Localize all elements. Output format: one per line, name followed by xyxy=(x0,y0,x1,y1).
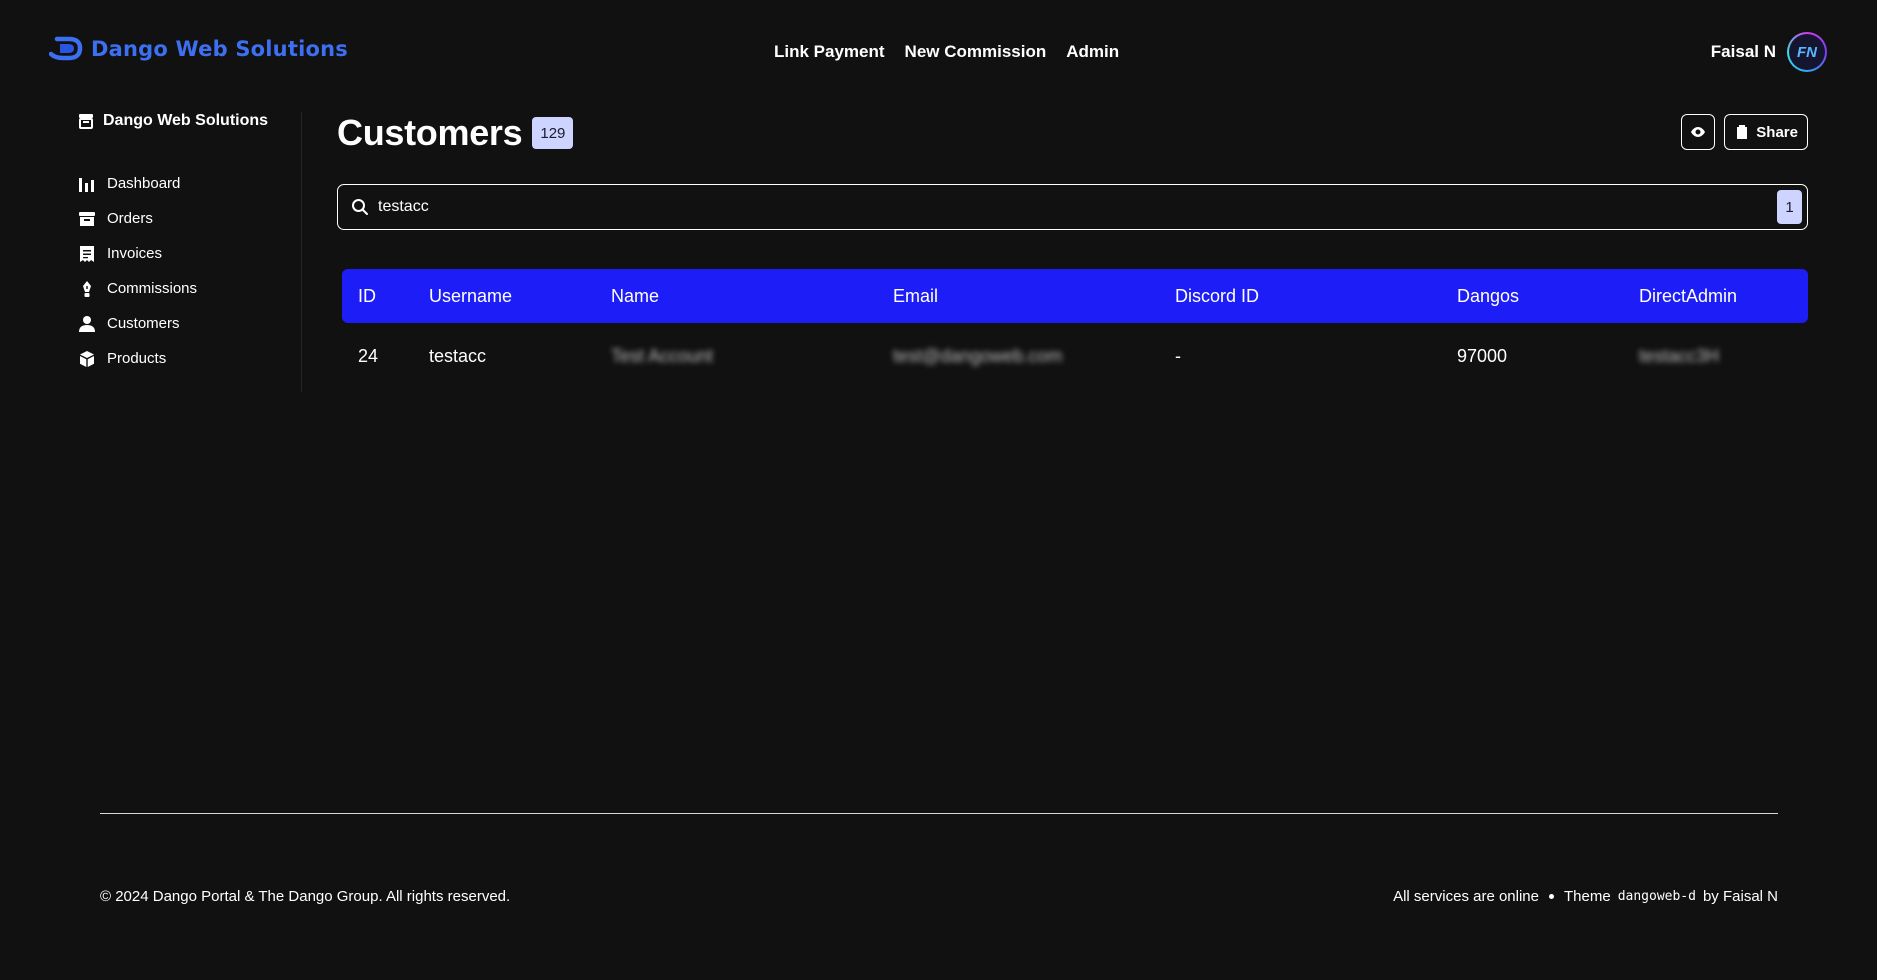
cell-directadmin: testacc3H xyxy=(1639,345,1720,366)
page-actions: Share xyxy=(1681,114,1808,150)
sidebar-item-label: Products xyxy=(107,350,167,367)
cell-email: test@dangoweb.com xyxy=(893,345,1063,366)
theme-author: by Faisal N xyxy=(1702,888,1778,905)
search-result-count: 1 xyxy=(1777,190,1802,224)
main-nav: Link Payment New Commission Admin xyxy=(774,42,1119,62)
nav-admin[interactable]: Admin xyxy=(1066,42,1119,62)
share-button[interactable]: Share xyxy=(1724,114,1808,150)
column-header-discord-id[interactable]: Discord ID xyxy=(1175,269,1457,323)
sidebar-item-invoices[interactable]: Invoices xyxy=(78,236,301,271)
customers-table: ID Username Name Email Discord ID Dangos… xyxy=(342,269,1808,389)
table-row[interactable]: 24 testacc Test Account test@dangoweb.co… xyxy=(342,323,1808,389)
cell-name: Test Account xyxy=(611,345,714,366)
cell-dangos: 97000 xyxy=(1457,345,1508,366)
sidebar-item-orders[interactable]: Orders xyxy=(78,201,301,236)
sidebar-item-label: Orders xyxy=(107,210,153,227)
sidebar-item-label: Customers xyxy=(107,315,180,332)
eye-icon xyxy=(1691,127,1706,137)
theme-label: Theme xyxy=(1564,888,1611,905)
sidebar-org[interactable]: Dango Web Solutions xyxy=(78,112,301,130)
column-header-username[interactable]: Username xyxy=(429,269,611,323)
table-header-row: ID Username Name Email Discord ID Dangos… xyxy=(342,269,1808,323)
sidebar-org-name: Dango Web Solutions xyxy=(103,112,269,129)
column-header-directadmin[interactable]: DirectAdmin xyxy=(1639,269,1808,323)
customer-count-badge: 129 xyxy=(532,117,574,149)
clipboard-icon xyxy=(1737,125,1748,139)
service-status-text: All services are online xyxy=(1393,888,1539,905)
sidebar-menu: Dashboard Orders Invoices Commissions Cu… xyxy=(78,166,301,376)
user-name: Faisal N xyxy=(1710,42,1776,61)
share-button-label: Share xyxy=(1756,123,1798,141)
receipt-icon xyxy=(80,245,94,262)
sidebar: Dango Web Solutions Dashboard Orders Inv… xyxy=(78,112,302,392)
view-toggle-button[interactable] xyxy=(1681,114,1716,150)
cube-icon xyxy=(80,350,94,367)
footer-divider xyxy=(100,813,1778,814)
search-bar: 1 xyxy=(337,184,1808,230)
page-title: Customers xyxy=(337,112,523,153)
column-header-email[interactable]: Email xyxy=(893,269,1175,323)
column-header-id[interactable]: ID xyxy=(342,269,429,323)
search-input[interactable] xyxy=(378,185,1807,229)
sidebar-item-label: Invoices xyxy=(107,245,163,262)
theme-name: dangoweb-d xyxy=(1617,889,1696,904)
nav-link-payment[interactable]: Link Payment xyxy=(774,42,885,62)
pen-nib-icon xyxy=(83,280,91,297)
cell-id: 24 xyxy=(358,345,379,366)
separator-dot xyxy=(1549,894,1554,899)
column-header-dangos[interactable]: Dangos xyxy=(1457,269,1639,323)
sidebar-item-dashboard[interactable]: Dashboard xyxy=(78,166,301,201)
cell-username: testacc xyxy=(429,345,487,366)
store-icon xyxy=(79,114,93,129)
sidebar-item-commissions[interactable]: Commissions xyxy=(78,271,301,306)
user-menu[interactable]: Faisal N FN xyxy=(1711,32,1827,72)
sidebar-item-label: Commissions xyxy=(107,280,198,297)
footer-status: All services are online Theme dangoweb-d… xyxy=(1393,888,1778,905)
chart-bar-icon xyxy=(79,177,94,192)
brand-name: Dango Web Solutions xyxy=(91,37,348,61)
page-header: Customers 129 xyxy=(337,112,574,154)
top-navbar: Dango Web Solutions Link Payment New Com… xyxy=(0,0,1877,104)
nav-new-commission[interactable]: New Commission xyxy=(905,42,1047,62)
sidebar-item-customers[interactable]: Customers xyxy=(78,306,301,341)
search-icon xyxy=(352,199,368,215)
box-icon xyxy=(79,211,95,226)
footer-copyright: © 2024 Dango Portal & The Dango Group. A… xyxy=(100,888,511,905)
avatar[interactable]: FN xyxy=(1787,32,1827,72)
avatar-initials: FN xyxy=(1789,34,1825,70)
user-icon xyxy=(79,315,95,332)
sidebar-item-products[interactable]: Products xyxy=(78,341,301,376)
sidebar-item-label: Dashboard xyxy=(107,175,181,192)
column-header-name[interactable]: Name xyxy=(611,269,893,323)
cell-discord-id: - xyxy=(1175,345,1181,366)
brand-logo-link[interactable]: Dango Web Solutions xyxy=(49,36,348,62)
dango-logo-icon xyxy=(49,36,83,61)
